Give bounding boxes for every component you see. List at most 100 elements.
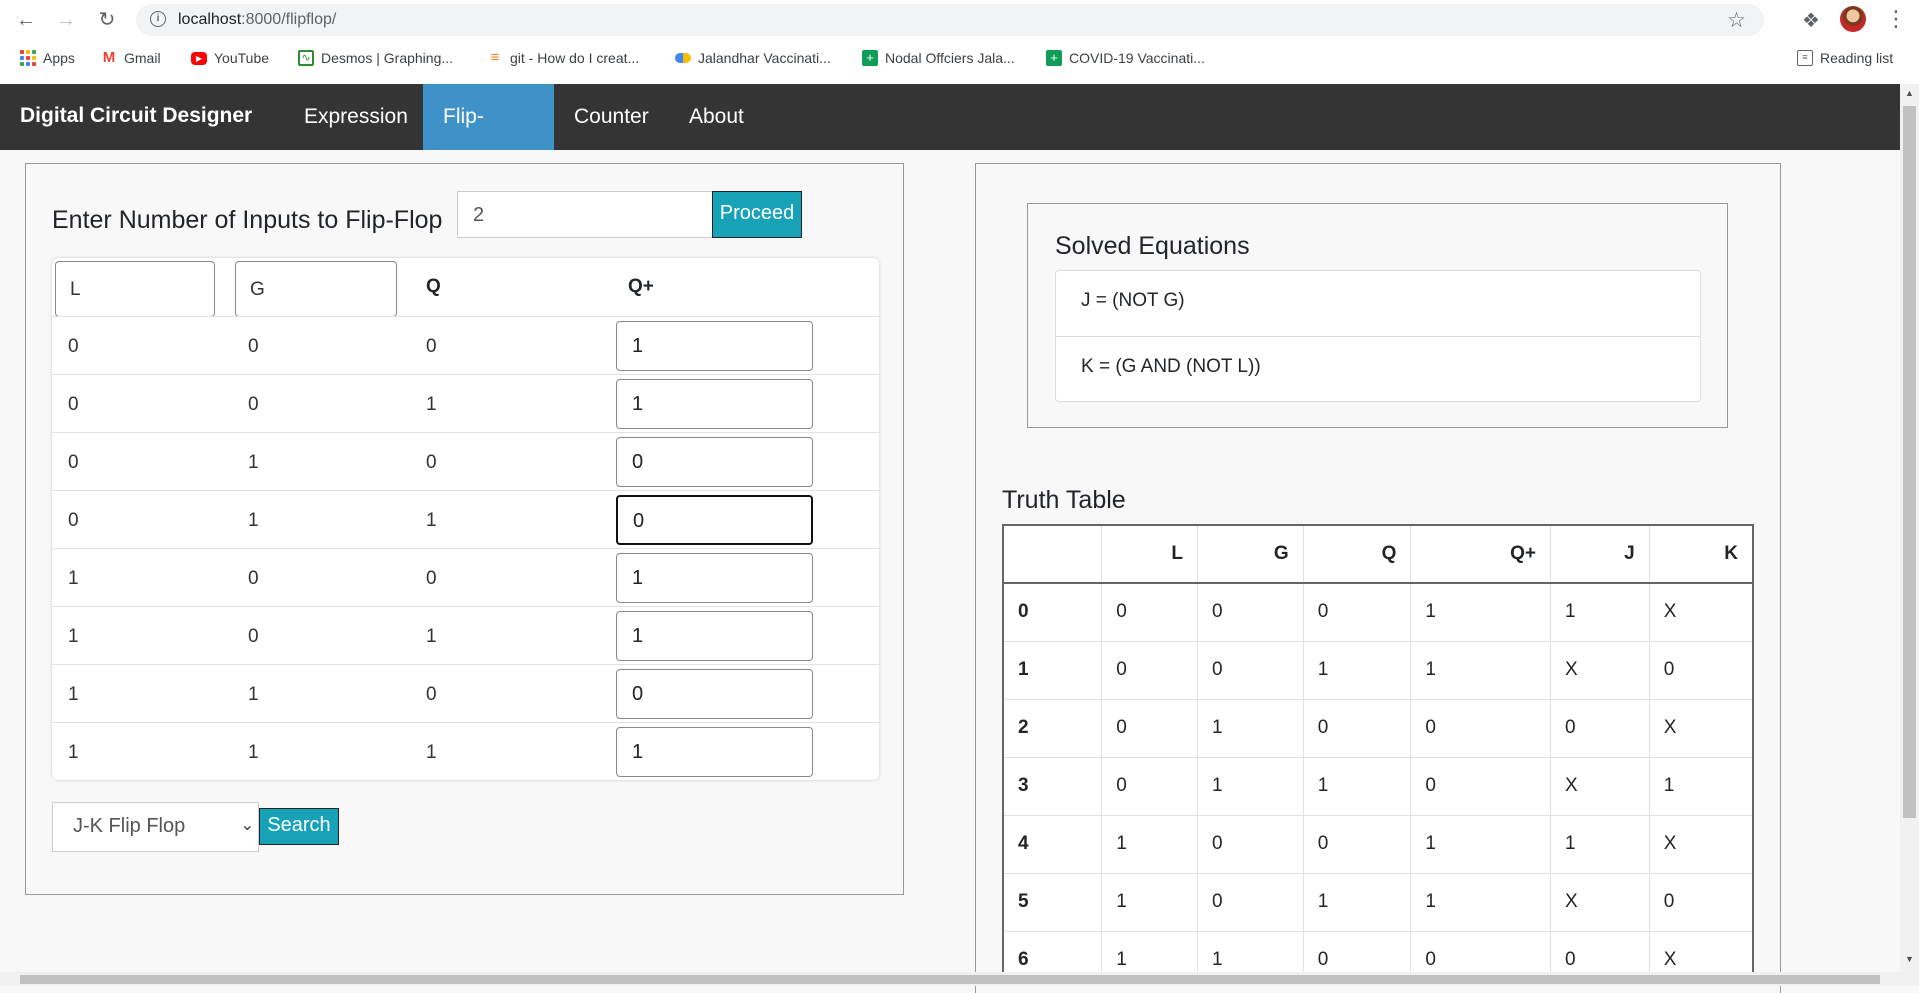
equation-k: K = (G AND (NOT L)) [1056,336,1700,401]
search-button[interactable]: Search [259,808,339,845]
cell-q: 0 [426,684,437,705]
proceed-button[interactable]: Proceed [712,191,802,238]
tt-col-l: L [1101,524,1198,584]
cell-q: 0 [426,568,437,589]
bookmark-youtube[interactable]: ▶ YouTube [191,50,269,66]
tt-qplus-cell: 1 [1410,872,1552,932]
cell-input-1: 0 [68,336,79,357]
nav-flip-flops[interactable]: Flip-Flops [423,84,554,194]
bookmark-apps[interactable]: Apps [20,50,75,66]
equation-j: J = (NOT G) [1081,290,1185,311]
table-row: 201000X [1002,698,1754,758]
num-inputs-field[interactable]: 2 [457,191,713,238]
tt-k-cell: X [1648,814,1754,874]
bookmark-desmos[interactable]: ∿ Desmos | Graphing... [298,50,453,66]
horizontal-scrollbar[interactable] [0,972,1919,986]
tt-qplus-cell: 0 [1410,698,1552,758]
qplus-input[interactable]: 0 [616,495,813,545]
scrollbar-thumb[interactable] [1903,106,1916,818]
bookmark-jalandhar[interactable]: Jalandhar Vaccinati... [675,50,831,66]
app-navbar: Digital Circuit Designer Expression Flip… [0,84,1900,194]
header-qplus: Q+ [628,276,654,297]
table-row: 1 1 1 1 [52,722,879,780]
tt-q-cell: 0 [1302,814,1412,874]
tt-k-cell: X [1648,698,1754,758]
table-row: 1 0 0 1 [52,548,879,606]
qplus-input[interactable]: 1 [616,611,813,661]
qplus-input[interactable]: 1 [616,553,813,603]
input-name-field-1[interactable]: L [55,261,215,317]
nav-expression[interactable]: Expression [284,84,428,150]
scrollbar-thumb[interactable] [20,975,1880,984]
tt-q-cell: 1 [1302,756,1412,816]
table-row: 410011X [1002,814,1754,874]
tt-g-cell: 1 [1196,698,1304,758]
tt-k-cell: 1 [1648,756,1754,816]
tt-l-cell: 0 [1101,756,1198,816]
extensions-puzzle-icon[interactable]: ❖ [1802,8,1820,33]
cell-input-1: 1 [68,568,79,589]
cell-input-1: 1 [68,742,79,763]
scroll-up-icon[interactable]: ▲ [1905,88,1914,98]
reload-icon[interactable]: ↻ [95,8,119,32]
input-name-field-2[interactable]: G [235,261,397,317]
qplus-input[interactable]: 1 [616,379,813,429]
vertical-scrollbar[interactable]: ▲ ▼ [1900,84,1919,972]
info-icon[interactable]: i [150,11,166,27]
tt-j-cell: X [1550,756,1650,816]
reading-list-icon: ≡ [1797,50,1813,66]
profile-avatar[interactable] [1840,6,1866,32]
nav-counter[interactable]: Counter [554,84,669,150]
tt-col-qplus: Q+ [1410,524,1552,584]
truth-table-title: Truth Table [1002,486,1126,514]
tt-index-cell: 6 [1002,930,1103,972]
bookmark-gmail[interactable]: M Gmail [101,49,161,67]
tt-l-cell: 1 [1101,930,1198,972]
nav-about[interactable]: About [669,84,764,150]
youtube-icon: ▶ [191,51,207,65]
tt-j-cell: 0 [1550,930,1650,972]
qplus-input[interactable]: 0 [616,669,813,719]
browser-chrome: ← → ↻ i localhost:8000/flipflop/ ☆ ❖ ⋮ A… [0,0,1919,85]
qplus-input[interactable]: 0 [616,437,813,487]
back-arrow-icon[interactable]: ← [14,8,38,32]
cell-input-2: 1 [248,510,259,531]
reading-list[interactable]: ≡ Reading list [1797,50,1893,66]
sheets-icon: + [862,50,878,66]
tt-col-g: G [1196,524,1304,584]
qplus-input[interactable]: 1 [616,727,813,777]
tt-g-cell: 0 [1196,640,1304,700]
cell-input-1: 0 [68,452,79,473]
tt-g-cell: 0 [1196,814,1304,874]
flipflop-type-select[interactable]: J-K Flip Flop ⌄ [52,802,259,852]
cell-input-1: 1 [68,684,79,705]
tt-q-cell: 0 [1302,698,1412,758]
tt-q-cell: 1 [1302,872,1412,932]
gmail-icon: M [102,49,116,66]
bookmark-covid[interactable]: + COVID-19 Vaccinati... [1046,50,1205,66]
chevron-down-icon: ⌄ [240,817,254,834]
tt-j-cell: 1 [1550,814,1650,874]
bookmark-star-icon[interactable]: ☆ [1727,8,1746,33]
cell-input-2: 1 [248,452,259,473]
forward-arrow-icon[interactable]: → [54,8,78,32]
tt-q-cell: 1 [1302,640,1412,700]
brand[interactable]: Digital Circuit Designer [20,104,252,128]
cell-input-2: 0 [248,336,259,357]
qplus-input[interactable]: 1 [616,321,813,371]
scroll-down-icon[interactable]: ▼ [1905,954,1914,964]
kebab-menu-icon[interactable]: ⋮ [1885,6,1907,32]
url-text[interactable]: localhost:8000/flipflop/ [178,11,336,29]
tt-col-q: Q [1302,524,1412,584]
tt-index-cell: 3 [1002,756,1103,816]
truth-table-container: L G Q Q+ J K 000011X10011X0201000X30110X… [1002,524,1754,972]
bookmark-git[interactable]: ≡ git - How do I creat... [487,50,640,67]
cell-q: 1 [426,626,437,647]
tt-l-cell: 0 [1101,640,1198,700]
bookmark-nodal[interactable]: + Nodal Offciers Jala... [862,50,1015,66]
address-bar[interactable]: i localhost:8000/flipflop/ ☆ [136,4,1764,36]
cell-input-2: 0 [248,568,259,589]
cell-input-2: 0 [248,394,259,415]
tt-index-cell: 0 [1002,582,1103,642]
table-row: 0 0 0 1 [52,316,879,374]
